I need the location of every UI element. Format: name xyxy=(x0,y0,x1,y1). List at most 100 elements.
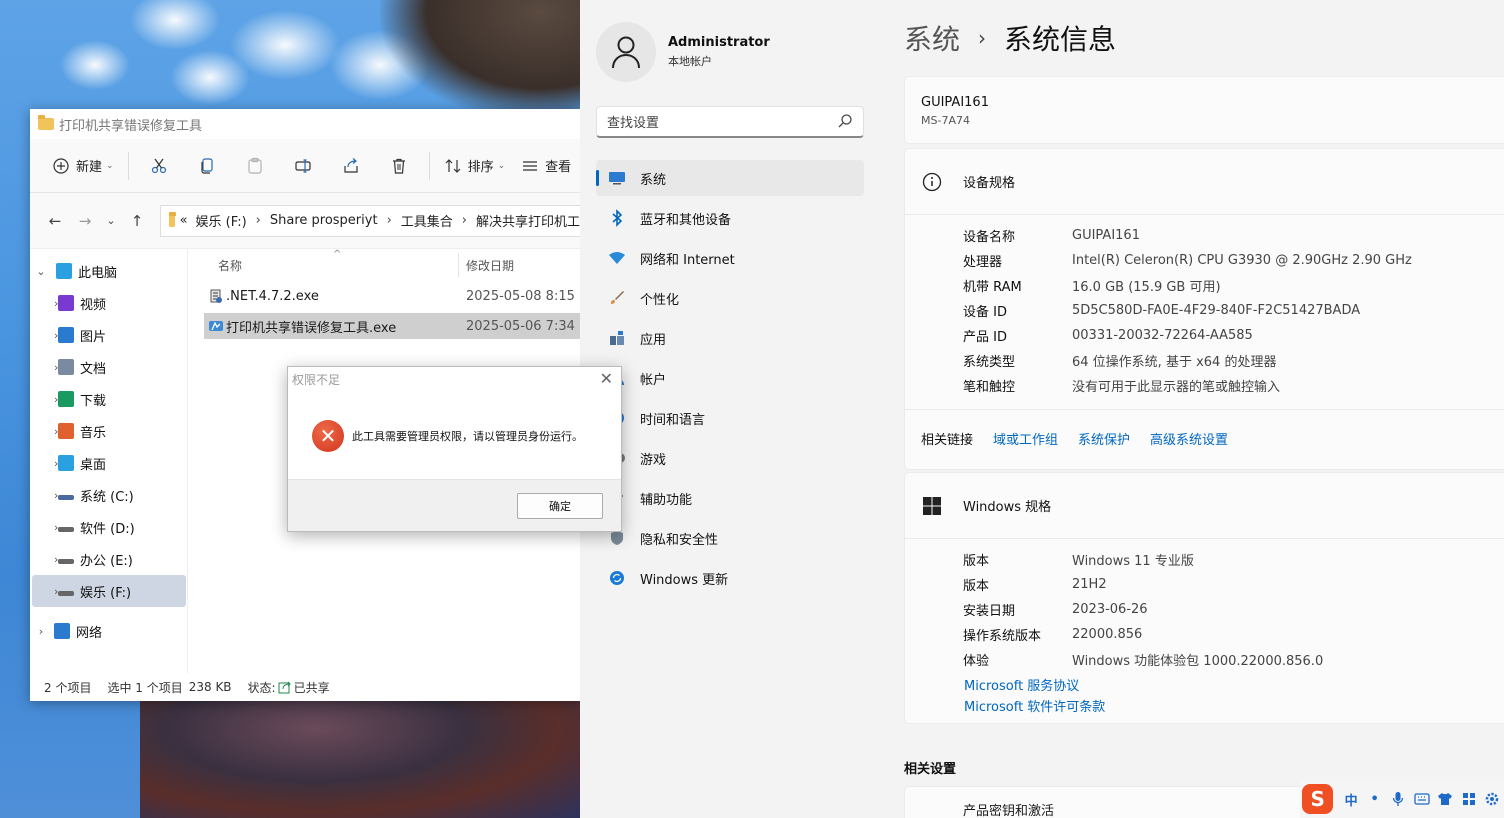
chevron-right-icon[interactable]: › xyxy=(32,361,58,374)
chevron-right-icon[interactable]: › xyxy=(32,393,58,406)
spec-row: 机带 RAM 16.0 GB (15.9 GB 可用) xyxy=(905,273,1504,298)
nav-item[interactable]: 蓝牙和其他设备 xyxy=(596,200,864,236)
tree-item[interactable]: › 视频 xyxy=(32,287,186,319)
spec-key: 系统类型 xyxy=(963,355,1016,370)
breadcrumb-item[interactable]: 娱乐 (F:) xyxy=(196,211,247,230)
new-button[interactable]: 新建 ⌄ xyxy=(44,150,122,182)
drive-icon xyxy=(58,558,74,564)
device-spec-header[interactable]: 设备规格 xyxy=(905,149,1504,215)
spec-key: 操作系统版本 xyxy=(963,629,1042,644)
spec-key: 体验 xyxy=(963,654,990,669)
explorer-titlebar[interactable]: 打印机共享错误修复工具 xyxy=(30,109,580,139)
ime-language-toggle[interactable]: 中 xyxy=(1339,790,1363,809)
nav-item[interactable]: 隐私和安全性 xyxy=(596,520,864,556)
column-name[interactable]: 名称 xyxy=(218,257,242,274)
nav-item[interactable]: Windows 更新 xyxy=(596,560,864,596)
forward-button[interactable]: → xyxy=(70,206,100,236)
tree-item[interactable]: ⌄ 此电脑 xyxy=(32,255,186,287)
tree-item[interactable]: › 图片 xyxy=(32,319,186,351)
tree-item-label: 音乐 xyxy=(80,425,107,441)
chevron-right-icon[interactable]: › xyxy=(32,553,58,566)
rename-button[interactable] xyxy=(279,150,327,182)
paste-button[interactable] xyxy=(231,150,279,182)
chevron-right-icon[interactable]: › xyxy=(32,625,50,638)
nav-item[interactable]: 网络和 Internet xyxy=(596,240,864,276)
tree-item[interactable]: › 娱乐 (F:) xyxy=(32,575,186,607)
close-icon[interactable]: ✕ xyxy=(600,369,613,388)
user-profile[interactable]: Administrator 本地帐户 xyxy=(596,22,770,82)
nav-item[interactable]: 系统 xyxy=(596,160,864,196)
dialog-titlebar[interactable]: 权限不足 ✕ xyxy=(288,367,621,391)
breadcrumb-overflow[interactable]: « xyxy=(180,213,188,228)
system-protection-link[interactable]: 系统保护 xyxy=(1078,429,1130,448)
chevron-right-icon[interactable]: › xyxy=(32,297,58,310)
column-divider[interactable] xyxy=(458,253,459,277)
ime-settings-gear-icon[interactable] xyxy=(1480,791,1504,807)
folder-icon xyxy=(38,115,54,130)
settings-search-input[interactable]: 查找设置 xyxy=(596,106,864,138)
nav-item[interactable]: 个性化 xyxy=(596,280,864,316)
chevron-right-icon[interactable]: › xyxy=(32,521,58,534)
file-row[interactable]: .NET.4.7.2.exe 2025-05-08 8:15 xyxy=(204,283,580,309)
domain-workgroup-link[interactable]: 域或工作组 xyxy=(993,429,1058,448)
up-button[interactable]: ↑ xyxy=(122,206,152,236)
tree-item[interactable]: › 下载 xyxy=(32,383,186,415)
keyboard-icon[interactable] xyxy=(1410,793,1434,805)
file-row-selected[interactable]: 打印机共享错误修复工具.exe 2025-05-06 7:34 xyxy=(204,313,580,339)
breadcrumb-item[interactable]: 工具集合 xyxy=(401,211,453,230)
chevron-down-icon[interactable]: ⌄ xyxy=(32,265,50,278)
breadcrumb-item[interactable]: 解决共享打印机工 xyxy=(476,211,580,230)
file-date: 2025-05-08 8:15 xyxy=(466,288,575,304)
chevron-right-icon[interactable]: › xyxy=(32,489,58,502)
chevron-right-icon[interactable]: › xyxy=(32,425,58,438)
tree-item[interactable]: › 办公 (E:) xyxy=(32,543,186,575)
share-button[interactable] xyxy=(327,150,375,182)
breadcrumb-item[interactable]: Share prosperiyt xyxy=(270,213,378,228)
breadcrumb-parent[interactable]: 系统 xyxy=(904,18,960,58)
cut-button[interactable] xyxy=(135,150,183,182)
ms-license-terms-link[interactable]: Microsoft 软件许可条款 xyxy=(905,695,1504,716)
nav-item[interactable]: 游戏 xyxy=(596,440,864,476)
windows-spec-header[interactable]: Windows 规格 xyxy=(905,473,1504,539)
dialog-title: 权限不足 xyxy=(292,372,341,387)
microphone-icon[interactable] xyxy=(1386,791,1410,807)
address-bar[interactable]: « 娱乐 (F:) › Share prosperiyt › 工具集合 › 解决… xyxy=(160,204,580,237)
settings-breadcrumb: 系统 › 系统信息 xyxy=(904,18,1116,58)
folder-icon xyxy=(169,211,176,227)
tree-item[interactable]: › 桌面 xyxy=(32,447,186,479)
nav-item-label: 蓝牙和其他设备 xyxy=(640,212,732,228)
tree-item[interactable]: › 音乐 xyxy=(32,415,186,447)
chevron-right-icon: › xyxy=(461,213,467,228)
user-account-type: 本地帐户 xyxy=(668,55,712,68)
tree-item[interactable]: › 网络 xyxy=(32,615,186,647)
drive-icon xyxy=(58,494,74,500)
delete-button[interactable] xyxy=(375,150,423,182)
nav-item[interactable]: 辅助功能 xyxy=(596,480,864,516)
column-date[interactable]: 修改日期 xyxy=(466,257,514,274)
nav-item-label: 系统 xyxy=(640,172,667,188)
chevron-right-icon[interactable]: › xyxy=(32,457,58,470)
computer-icon xyxy=(56,263,72,279)
chevron-right-icon[interactable]: › xyxy=(32,329,58,342)
bluetooth-icon xyxy=(608,209,626,227)
ms-service-agreement-link[interactable]: Microsoft 服务协议 xyxy=(905,674,1504,695)
tree-item[interactable]: › 文档 xyxy=(32,351,186,383)
nav-item[interactable]: 帐户 xyxy=(596,360,864,396)
nav-item[interactable]: 时间和语言 xyxy=(596,400,864,436)
recent-locations-button[interactable]: ⌄ xyxy=(100,206,122,236)
punctuation-icon[interactable]: • xyxy=(1363,792,1387,807)
sogou-ime-icon[interactable]: S xyxy=(1302,784,1334,814)
sort-button[interactable]: 排序 ⌄ xyxy=(436,150,514,182)
ok-button[interactable]: 确定 xyxy=(517,493,603,519)
chevron-right-icon[interactable]: › xyxy=(32,585,58,598)
copy-button[interactable] xyxy=(183,150,231,182)
skin-shirt-icon[interactable] xyxy=(1433,792,1457,806)
tree-item[interactable]: › 软件 (D:) xyxy=(32,511,186,543)
spec-row: 版本 21H2 xyxy=(905,572,1504,597)
back-button[interactable]: ← xyxy=(40,206,70,236)
tree-item[interactable]: › 系统 (C:) xyxy=(32,479,186,511)
toolbox-grid-icon[interactable] xyxy=(1457,792,1481,806)
view-button[interactable]: 查看 xyxy=(513,150,579,182)
advanced-system-settings-link[interactable]: 高级系统设置 xyxy=(1150,429,1228,448)
nav-item[interactable]: 应用 xyxy=(596,320,864,356)
